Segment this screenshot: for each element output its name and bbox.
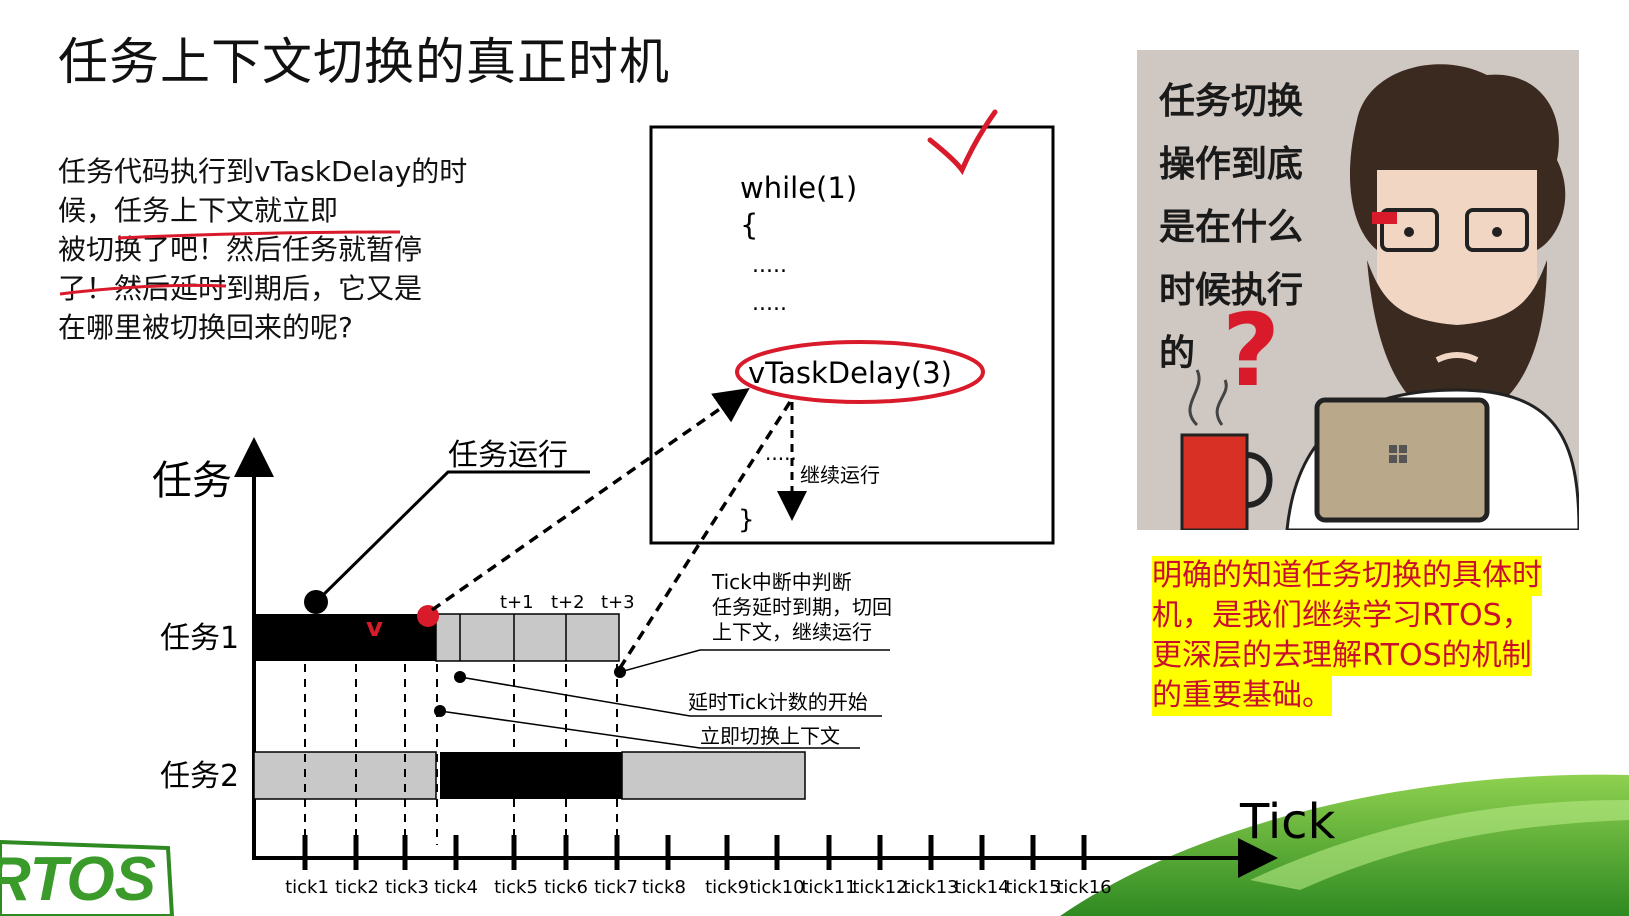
tick-interrupt-note: 任务延时到期，切回 — [712, 595, 892, 619]
tick-label: tick8 — [642, 877, 686, 898]
tick-marks — [302, 835, 1087, 870]
task2-waiting-bar — [253, 751, 437, 800]
task2-after-bar — [621, 751, 806, 800]
code-line: { — [740, 208, 758, 242]
tick-interrupt-note: Tick中断中判断 — [711, 570, 852, 594]
tick-label: tick7 — [594, 877, 638, 898]
tick-label: tick2 — [335, 877, 379, 898]
code-line: ..... — [752, 291, 787, 316]
t-label: t+2 — [551, 592, 585, 613]
task-run-leader — [314, 470, 590, 604]
photo-question-line: 任务切换 — [1159, 81, 1304, 122]
photo-question-line: 是在什么 — [1159, 207, 1304, 248]
tick-label: tick9 — [705, 877, 749, 898]
tick-label: tick15 — [1005, 877, 1060, 898]
tick-label: tick3 — [385, 877, 429, 898]
photo-question-text: 任务切换 操作到底 是在什么 时候执行 的 — [1159, 70, 1303, 385]
code-line: while(1) — [740, 171, 857, 205]
tick-label: tick1 — [285, 877, 329, 898]
task2-label: 任务2 — [160, 759, 239, 794]
tick-label: tick11 — [801, 877, 856, 898]
note-line: 更深层的去理解RTOS的机制 — [1152, 636, 1532, 676]
logo-text: RTOS — [0, 845, 156, 914]
tick-label: tick6 — [544, 877, 588, 898]
tick-label: tick12 — [852, 877, 907, 898]
photo-question-line: 操作到底 — [1159, 144, 1304, 185]
tick-label: tick10 — [749, 877, 804, 898]
red-v-mark: v — [366, 613, 383, 643]
code-line: } — [738, 505, 755, 535]
red-underline — [59, 283, 227, 296]
note-line: 明确的知道任务切换的具体时 — [1152, 556, 1542, 596]
task-run-label: 任务运行 — [448, 438, 568, 473]
rtos-logo: RTOS — [0, 839, 175, 916]
note-line: 的重要基础。 — [1152, 676, 1332, 716]
task1-running-bar — [254, 614, 436, 661]
photo-question-line: 的 — [1159, 333, 1196, 374]
cartoon-panel: ? 任务切换 操作到底 是在什么 时候执行 的 — [1137, 50, 1579, 530]
red-underline — [117, 230, 401, 240]
t-label: t+1 — [500, 592, 534, 613]
tick-interrupt-note: 上下文，继续运行 — [712, 620, 872, 644]
t-label: t+3 — [601, 592, 635, 613]
tick-label: tick13 — [903, 877, 958, 898]
task1-label: 任务1 — [160, 621, 239, 656]
tick-label: tick16 — [1056, 877, 1111, 898]
photo-question-line: 时候执行 — [1159, 270, 1304, 311]
switch-context-label: 立即切换上下文 — [700, 724, 840, 748]
x-axis-label: Tick — [1239, 794, 1336, 850]
delay-start-label: 延时Tick计数的开始 — [688, 690, 868, 714]
task2-running-bar — [440, 752, 622, 799]
note-line: 机，是我们继续学习RTOS， — [1152, 596, 1532, 636]
highlighted-note: 明确的知道任务切换的具体时 机，是我们继续学习RTOS， 更深层的去理解RTOS… — [1152, 556, 1588, 716]
task1-delayed-bar — [435, 613, 620, 662]
y-axis-label: 任务 — [152, 458, 232, 504]
tick-label: tick14 — [954, 877, 1009, 898]
tick-interrupt-leader — [619, 649, 890, 673]
continue-label: 继续运行 — [800, 463, 880, 487]
tick-label: tick4 — [434, 877, 478, 898]
code-line: ..... — [752, 253, 787, 278]
tick-label: tick5 — [494, 877, 538, 898]
code-line-vtaskdelay: vTaskDelay(3) — [748, 356, 952, 390]
